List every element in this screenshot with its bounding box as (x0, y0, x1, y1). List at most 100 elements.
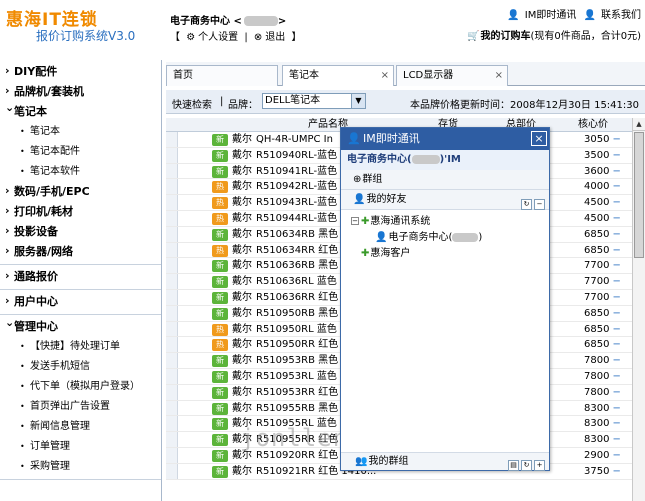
sidebar-subitem[interactable]: 采购管理 (0, 457, 161, 477)
sidebar-category[interactable]: 通路报价 (0, 266, 161, 287)
tab-home[interactable]: 首页 (166, 65, 278, 86)
hot-badge: 热 (212, 197, 228, 210)
dash-mark: − (612, 260, 621, 272)
brand-cell: 戴尔 (232, 260, 252, 272)
core-price: 7700− (584, 291, 621, 303)
model-link[interactable]: R510950RR 红色 (256, 337, 338, 352)
new-badge: 新 (212, 228, 228, 241)
model-link[interactable]: R510955RB 黑色 (256, 401, 338, 416)
core-price: 7800− (584, 355, 621, 367)
contact-link[interactable]: 联系我们 (601, 10, 641, 21)
model-link[interactable]: R510953RB 黑色 (256, 353, 338, 368)
refresh-icon[interactable]: ↻ (521, 199, 532, 210)
model-link[interactable]: R510944RL-蓝色 (256, 211, 337, 226)
sidebar-category[interactable]: 管理中心 (0, 313, 161, 337)
brand-cell: 戴尔 (232, 276, 252, 288)
new-badge: 新 (212, 449, 228, 462)
sidebar-category[interactable]: DIY配件 (0, 61, 161, 82)
row-indicator (166, 147, 178, 163)
im-group-bar[interactable]: ⊕群组 (341, 170, 549, 190)
row-indicator (166, 400, 178, 416)
tree-node-ecommerce[interactable]: 👤电子商务中心() (341, 230, 549, 246)
brand-cell: 戴尔 (232, 339, 252, 351)
sidebar-subitem[interactable]: 首页弹出广告设置 (0, 397, 161, 417)
hot-badge: 热 (212, 244, 228, 257)
sidebar: DIY配件品牌机/套装机笔记本笔记本笔记本配件笔记本软件数码/手机/EPC打印机… (0, 60, 162, 501)
sidebar-category[interactable]: 数码/手机/EPC (0, 181, 161, 202)
model-link[interactable]: QH-4R-UMPC In (256, 132, 333, 147)
model-link[interactable]: R510953RR 红色 (256, 385, 338, 400)
tree-node-system[interactable]: − ✚惠海通讯系统 (341, 214, 549, 230)
im-link[interactable]: IM即时通讯 (525, 10, 577, 21)
core-price: 6850− (584, 228, 621, 240)
model-link[interactable]: R510636RR 红色 (256, 290, 338, 305)
dash-mark: − (612, 165, 621, 177)
tree-node-customers[interactable]: ✚惠海客户 (341, 246, 549, 262)
sidebar-category[interactable]: 打印机/耗材 (0, 201, 161, 222)
dash-mark: − (612, 291, 621, 303)
im-owner: 电子商务中心()'IM (341, 150, 549, 170)
tab-lcd[interactable]: LCD显示器 × (396, 65, 508, 86)
row-indicator (166, 353, 178, 368)
refresh-icon[interactable]: ↻ (521, 460, 532, 471)
sidebar-category[interactable]: 品牌机/套装机 (0, 81, 161, 102)
sidebar-subitem[interactable]: 笔记本配件 (0, 142, 161, 162)
sidebar-subitem[interactable]: 代下单（模拟用户登录） (0, 377, 161, 397)
model-link[interactable]: R510634RR 红色 (256, 243, 338, 258)
row-indicator (166, 195, 178, 210)
sidebar-subitem[interactable]: 【快捷】待处理订单 (0, 337, 161, 357)
personal-settings-link[interactable]: 个人设置 (198, 32, 238, 43)
sidebar-category[interactable]: 投影设备 (0, 221, 161, 242)
dash-mark: − (612, 134, 621, 145)
new-badge: 新 (212, 465, 228, 478)
model-link[interactable]: R510942RL-蓝色 (256, 179, 337, 194)
hot-badge: 热 (212, 181, 228, 194)
brand-cell: 戴尔 (232, 291, 252, 303)
model-link[interactable]: R510953RL 蓝色 (256, 369, 337, 384)
row-indicator (166, 321, 178, 337)
sidebar-category[interactable]: 服务器/网络 (0, 241, 161, 262)
close-icon[interactable]: × (495, 66, 503, 86)
scrollbar[interactable]: ▲ (632, 118, 645, 501)
brand-select[interactable]: DELL笔记本 ▼ (262, 93, 366, 109)
im-friends-bar[interactable]: 👤我的好友 ↻ − (341, 190, 549, 210)
sidebar-subitem[interactable]: 订单管理 (0, 437, 161, 457)
tree-toggle-icon[interactable]: − (351, 217, 359, 225)
sidebar-subitem[interactable]: 发送手机短信 (0, 357, 161, 377)
collapse-icon[interactable]: − (534, 199, 545, 210)
core-price: 6850− (584, 244, 621, 256)
im-title-bar[interactable]: 👤 IM即时通讯 × (341, 128, 549, 150)
tab-notebook[interactable]: 笔记本 × (282, 65, 394, 86)
sidebar-category[interactable]: 笔记本 (0, 98, 161, 122)
close-icon[interactable]: × (531, 131, 547, 146)
add-icon[interactable]: + (534, 460, 545, 471)
sidebar-subitem[interactable]: 新闻信息管理 (0, 417, 161, 437)
model-link[interactable]: R510940RL-蓝色 (256, 148, 337, 163)
model-link[interactable]: R510950RB 黑色 (256, 306, 338, 321)
sidebar-subitem[interactable]: 笔记本 (0, 122, 161, 142)
im-my-groups-bar[interactable]: 👥我的群组 ▤ ↻ + (341, 452, 549, 471)
model-link[interactable]: R510943RL-蓝色 (256, 195, 337, 210)
model-link[interactable]: R510636RL 蓝色 (256, 274, 337, 289)
brand-cell: 戴尔 (232, 370, 252, 382)
core-price: 3600− (584, 165, 621, 177)
list-icon[interactable]: ▤ (508, 460, 519, 471)
close-icon[interactable]: × (381, 66, 389, 86)
sidebar-subitem[interactable]: 笔记本软件 (0, 162, 161, 182)
dash-mark: − (612, 449, 621, 461)
core-price: 7800− (584, 386, 621, 398)
scroll-thumb[interactable] (634, 132, 644, 258)
gear-icon: ⚙ (186, 32, 196, 43)
scroll-up-icon[interactable]: ▲ (633, 118, 645, 131)
model-link[interactable]: R510636RB 黑色 (256, 258, 338, 273)
model-link[interactable]: R510634RB 黑色 (256, 227, 338, 242)
quick-search-label: 快速检索 (172, 100, 212, 111)
model-link[interactable]: R510941RL-蓝色 (256, 164, 337, 179)
sidebar-category[interactable]: 用户中心 (0, 291, 161, 312)
model-link[interactable]: R510950RL 蓝色 (256, 322, 337, 337)
cart[interactable]: 🛒我的订购车(现有0件商品，合计0元) (467, 27, 641, 42)
core-price: 6850− (584, 323, 621, 335)
row-indicator (166, 163, 178, 179)
core-price: 7800− (584, 370, 621, 382)
logout-link[interactable]: 退出 (265, 32, 285, 43)
